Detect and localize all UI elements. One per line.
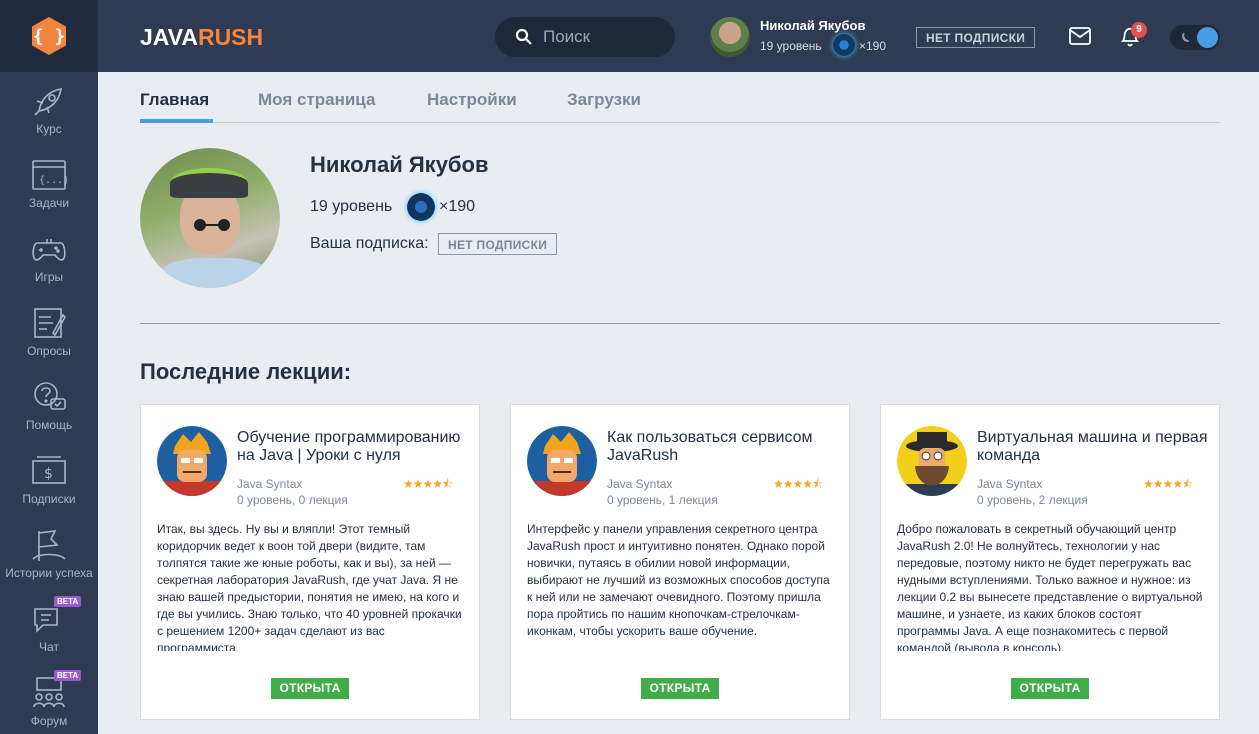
profile-tabs: Главная Моя страница Настройки Загрузки — [140, 86, 1220, 123]
rating-stars: ★★★★⯪ — [403, 477, 453, 491]
sidebar-item-polls[interactable]: Опросы — [0, 294, 98, 368]
flag-icon — [32, 530, 66, 561]
user-name[interactable]: Николай Якубов — [760, 18, 865, 33]
subscription-label: Ваша подписка: — [310, 235, 429, 252]
sidebar-item-label: Задачи — [28, 196, 70, 210]
lecture-card: Виртуальная машина и первая команда Java… — [880, 404, 1220, 720]
gamepad-icon — [32, 239, 66, 261]
sidebar-item-help[interactable]: Помощь — [0, 368, 98, 442]
tab-my-page[interactable]: Моя страница — [258, 90, 375, 110]
search-placeholder: Поиск — [543, 27, 591, 46]
lecture-excerpt: Итак, вы здесь. Ну вы и вляпли! Этот тем… — [157, 522, 462, 651]
svg-text:{...}: {...} — [39, 175, 67, 186]
sidebar: { } Курс {...} Задачи Игры Опросы Помощь… — [0, 0, 98, 734]
moon-icon — [1182, 32, 1190, 42]
sidebar-item-label: Опросы — [27, 344, 71, 358]
profile-avatar — [140, 148, 280, 288]
mail-icon[interactable] — [1069, 27, 1091, 45]
active-tab-indicator — [140, 119, 213, 123]
user-level: 19 уровень — [760, 39, 822, 53]
code-window-icon: {...} — [32, 160, 67, 190]
lecture-course: Java Syntax — [237, 477, 303, 491]
logo[interactable]: { } — [0, 0, 98, 72]
gem-icon — [833, 34, 855, 56]
rocket-icon — [34, 88, 62, 116]
brand-part2: RUSH — [197, 24, 264, 50]
divider — [140, 323, 1220, 324]
sidebar-item-chat[interactable]: BETA Чат — [0, 590, 98, 664]
lecture-card: Обучение программированию на Java | Урок… — [140, 404, 480, 720]
section-title: Последние лекции: — [140, 359, 352, 384]
lecture-excerpt: Добро пожаловать в секретный обучающий ц… — [897, 522, 1203, 651]
gem-icon — [407, 193, 435, 221]
open-lecture-button[interactable]: ОТКРЫТА — [641, 678, 719, 699]
notification-badge: 9 — [1131, 22, 1147, 38]
open-lecture-button[interactable]: ОТКРЫТА — [271, 678, 349, 699]
beta-badge: BETA — [54, 596, 82, 607]
profile-level: 19 уровень — [310, 198, 393, 215]
robot-avatar-icon — [527, 426, 597, 496]
open-lecture-button[interactable]: ОТКРЫТА — [1011, 678, 1089, 699]
brand-logo[interactable]: JAVARUSH — [140, 24, 263, 51]
lecture-excerpt: Интерфейс у панели управления секретного… — [527, 522, 830, 638]
theme-toggle[interactable] — [1170, 25, 1220, 50]
svg-text:$: $ — [44, 466, 53, 482]
sidebar-item-label: Игры — [34, 270, 64, 284]
tab-downloads[interactable]: Загрузки — [567, 90, 641, 110]
sidebar-item-subscriptions[interactable]: $ Подписки — [0, 442, 98, 516]
gem-count: ×190 — [859, 39, 887, 53]
tab-settings[interactable]: Настройки — [427, 90, 517, 110]
sidebar-item-course[interactable]: Курс — [0, 72, 98, 146]
robot-avatar-icon — [157, 426, 227, 496]
sidebar-item-label: Подписки — [22, 492, 76, 506]
avatar-cap — [170, 168, 248, 198]
rating-stars: ★★★★⯪ — [773, 477, 823, 491]
logo-icon: { } — [32, 17, 66, 55]
help-bubble-icon — [34, 382, 66, 410]
profile-name: Николай Якубов — [310, 152, 489, 177]
avatar-glasses — [194, 219, 230, 231]
rating-stars: ★★★★⯪ — [1143, 477, 1193, 491]
search-box[interactable]: Поиск — [495, 17, 675, 57]
sidebar-item-success-stories[interactable]: Истории успеха — [0, 516, 98, 590]
top-bar: JAVARUSH Поиск Николай Якубов 19 уровень… — [98, 0, 1259, 72]
lecture-progress: 0 уровень, 2 лекция — [977, 493, 1088, 507]
avatar-shirt — [160, 258, 270, 288]
sidebar-item-tasks[interactable]: {...} Задачи — [0, 146, 98, 220]
sidebar-item-label: Форум — [30, 714, 68, 728]
subscription-badge[interactable]: НЕТ ПОДПИСКИ — [438, 233, 558, 255]
brand-part1: JAVA — [140, 24, 198, 50]
lecture-title[interactable]: Обучение программированию на Java | Урок… — [237, 429, 469, 465]
sun-icon — [1197, 27, 1218, 48]
sidebar-item-label: Курс — [36, 122, 62, 136]
subscription-button[interactable]: НЕТ ПОДПИСКИ — [916, 27, 1036, 48]
sidebar-item-label: Помощь — [25, 418, 73, 432]
tab-main[interactable]: Главная — [140, 90, 209, 110]
lecture-progress: 0 уровень, 0 лекция — [237, 493, 348, 507]
survey-icon — [34, 308, 66, 338]
sidebar-item-forum[interactable]: BETA Форум — [0, 664, 98, 734]
money-icon: $ — [32, 456, 66, 484]
lecture-title[interactable]: Виртуальная машина и первая команда — [977, 429, 1209, 465]
lecture-course: Java Syntax — [607, 477, 673, 491]
user-avatar[interactable] — [710, 17, 750, 57]
lecture-title[interactable]: Как пользоваться сервисом JavaRush — [607, 429, 839, 465]
profile-gem-count: ×190 — [439, 198, 476, 215]
professor-avatar-icon — [897, 426, 967, 496]
sidebar-item-label: Чат — [39, 640, 59, 654]
beta-badge: BETA — [54, 670, 82, 681]
lecture-progress: 0 уровень, 1 лекция — [607, 493, 718, 507]
lecture-course: Java Syntax — [977, 477, 1043, 491]
sidebar-item-games[interactable]: Игры — [0, 220, 98, 294]
sidebar-item-label: Истории успеха — [5, 566, 93, 580]
search-icon — [515, 28, 532, 45]
lecture-card: Как пользоваться сервисом JavaRush Java … — [510, 404, 850, 720]
